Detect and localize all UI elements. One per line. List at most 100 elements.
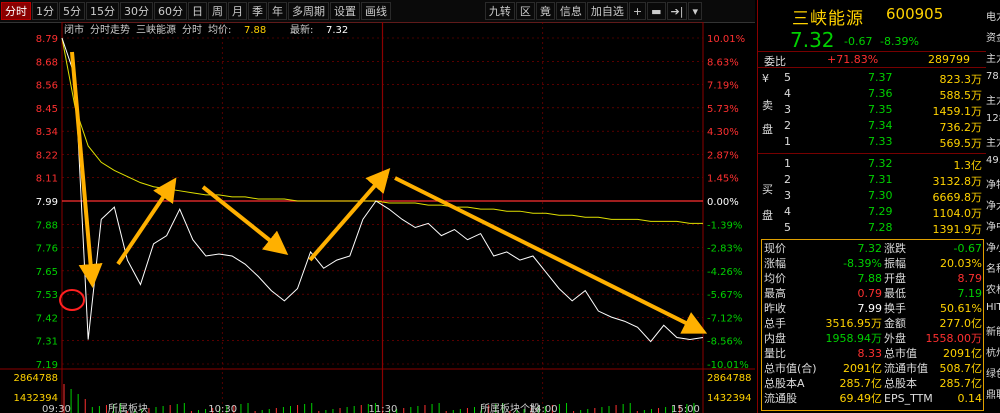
price-axis-label: 7.88 <box>36 220 58 231</box>
period-tab[interactable]: 画线 <box>361 2 391 20</box>
stat-value: 20.03% <box>940 257 982 270</box>
orderbook-vol: 1391.9万 <box>932 223 983 236</box>
price-axis-label: 8.11 <box>36 174 58 185</box>
period-tab[interactable]: 设置 <box>330 2 360 20</box>
chart-legend-item: 7.32 <box>326 25 348 36</box>
stat-value: 0.79 <box>857 287 883 300</box>
toolbar-button[interactable]: ▬ <box>647 2 666 20</box>
period-tab[interactable]: 5分 <box>59 2 85 20</box>
chart-legend-item: 三峡能源 <box>136 23 176 36</box>
chart-legend-item: 分时走势 <box>90 23 130 36</box>
price-axis-label: 8.79 <box>36 34 58 45</box>
period-tab[interactable]: 30分 <box>120 2 153 20</box>
time-axis-label: 10:30 <box>208 404 237 413</box>
orderbook-row[interactable]: 3 7.30 6669.8万 <box>758 189 986 204</box>
price-axis-label: 8.68 <box>36 57 58 68</box>
side-strip-label: 鼎联 <box>986 390 1000 401</box>
toolbar-button[interactable]: ▾ <box>688 2 702 20</box>
orderbook-row[interactable]: 4 7.36 588.5万 <box>758 87 986 102</box>
stat-value: 7.99 <box>857 302 883 315</box>
chart-legend-item: 分时 <box>182 24 202 36</box>
period-tab[interactable]: 年 <box>268 2 287 20</box>
time-axis-label: 11:30 <box>369 404 398 413</box>
period-tab[interactable]: 月 <box>228 2 247 20</box>
stat-value: 277.0亿 <box>939 317 983 330</box>
period-tab[interactable]: 周 <box>208 2 227 20</box>
weibi-value: +71.83% <box>827 53 879 66</box>
orderbook-row[interactable]: 2 7.34 736.2万 <box>758 119 986 134</box>
side-strip-label: 净大 <box>986 201 1000 212</box>
period-tab[interactable]: 60分 <box>154 2 187 20</box>
orderbook-lvl: 5 <box>784 71 791 84</box>
toolbar-button[interactable]: 区 <box>515 2 535 20</box>
pct-axis-label: -2.83% <box>707 244 742 255</box>
side-strip-label: 绿色 <box>986 369 1000 380</box>
toolbar-button[interactable]: 九转 <box>484 2 515 20</box>
toolbar-button[interactable]: 信息 <box>555 2 586 20</box>
period-tab[interactable]: 日 <box>188 2 207 20</box>
period-tab[interactable]: 1分 <box>32 2 58 20</box>
quote-panel: 三峡能源 600905 7.32 -0.67 -8.39% 电力资金主力 78. 主… <box>757 0 1000 413</box>
orderbook-vol: 1104.0万 <box>932 207 983 220</box>
price-axis-label: 7.99 <box>36 197 58 208</box>
period-tab[interactable]: 15分 <box>86 2 119 20</box>
orderbook-price: 7.31 <box>868 173 893 186</box>
price-axis-label: 8.22 <box>36 150 58 161</box>
price-axis-label: 7.76 <box>36 244 58 255</box>
price-axis-label: 7.31 <box>36 337 58 348</box>
stat-value: 50.61% <box>940 302 982 315</box>
weibi-number: 289799 <box>928 53 970 66</box>
volume-axis-label: 2864788 <box>13 373 58 384</box>
price-change: -0.67 <box>844 35 873 48</box>
volume-axis-label: 2864788 <box>707 373 752 384</box>
stat-value: 3516.95万 <box>825 317 883 330</box>
pct-axis-label: 2.87% <box>707 150 739 161</box>
side-strip-label: 主力 <box>986 54 1000 65</box>
toolbar-button[interactable]: 竟 <box>535 2 555 20</box>
side-strip-label: 新能 <box>986 327 1000 338</box>
low-point-circle <box>59 289 85 311</box>
pct-axis-label: 4.30% <box>707 127 739 138</box>
period-tab[interactable]: 季 <box>248 2 267 20</box>
price-axis-label: 7.42 <box>36 313 58 324</box>
orderbook-vol: 1459.1万 <box>932 105 983 118</box>
side-info-strip[interactable]: 电力资金主力 78. 主力 128 主力 49. 净特净大净中净小名称农林 HIT 新能杭州绿色… <box>986 0 1000 413</box>
bottom-tab-label: 所属板块 <box>108 402 148 413</box>
orderbook-lvl: 2 <box>784 119 791 132</box>
intraday-chart[interactable]: 8.79 10.01% 8.68 8.63% 8.56 7.19% 8.45 5.73% 8.3… <box>0 22 755 413</box>
pct-axis-label: 5.73% <box>707 104 739 115</box>
period-tab[interactable]: 分时 <box>1 2 31 20</box>
side-strip-label: 128 <box>986 113 1000 124</box>
chart-svg[interactable]: 8.79 10.01% 8.68 8.63% 8.56 7.19% 8.45 5.73% 8.3… <box>0 22 755 413</box>
orderbook-vol: 1.3亿 <box>953 159 983 172</box>
stock-name[interactable]: 三峡能源 <box>792 4 864 29</box>
toolbar-button[interactable]: ➔| <box>666 2 688 20</box>
period-tab[interactable]: 多周期 <box>288 2 329 20</box>
stat-value: 7.32 <box>857 242 883 255</box>
orderbook-vol: 3132.8万 <box>932 175 983 188</box>
stat-value: 508.7亿 <box>939 362 983 375</box>
orderbook-row[interactable]: 1 7.33 569.5万 <box>758 135 986 150</box>
pct-axis-label: 8.63% <box>707 57 739 68</box>
orderbook-lvl: 3 <box>784 189 791 202</box>
orderbook-row[interactable]: 5 7.28 1391.9万 <box>758 221 986 236</box>
current-price: 7.32 <box>790 28 835 52</box>
side-strip-label: 净小 <box>986 243 1000 254</box>
orderbook-lvl: 1 <box>784 157 791 170</box>
stock-code: 600905 <box>886 5 944 23</box>
side-strip-label: 78. <box>986 71 1000 82</box>
orderbook-row[interactable]: 4 7.29 1104.0万 <box>758 205 986 220</box>
side-strip-label: 净特 <box>986 180 1000 191</box>
volume-axis-label: 1432394 <box>707 393 752 404</box>
volume-axis-label: 1432394 <box>13 393 58 404</box>
pct-axis-label: 7.19% <box>707 81 739 92</box>
orderbook-row[interactable]: 5 7.37 823.3万 <box>758 71 986 86</box>
orderbook-row[interactable]: 2 7.31 3132.8万 <box>758 173 986 188</box>
orderbook-price: 7.32 <box>868 157 893 170</box>
toolbar-button[interactable]: 加自选 <box>586 2 628 20</box>
orderbook-row[interactable]: 1 7.32 1.3亿 <box>758 157 986 172</box>
time-axis-label: 15:00 <box>671 404 700 413</box>
toolbar-button[interactable]: + <box>628 2 647 20</box>
orderbook-row[interactable]: 3 7.35 1459.1万 <box>758 103 986 118</box>
orderbook-price: 7.30 <box>868 189 893 202</box>
